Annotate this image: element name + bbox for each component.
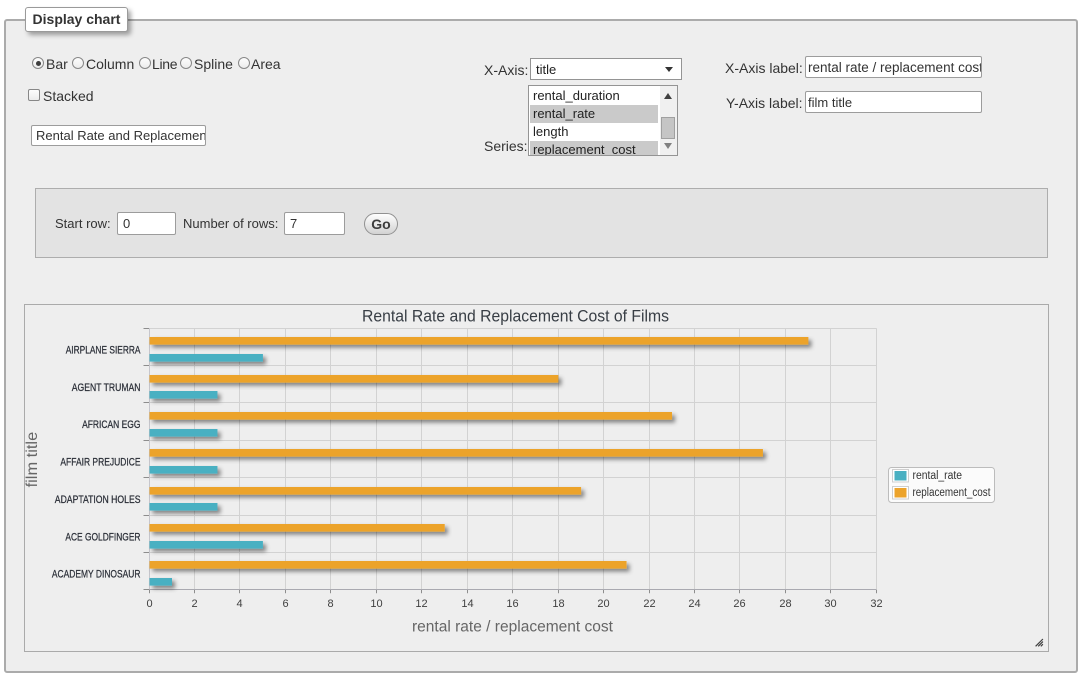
svg-text:AGENT TRUMAN: AGENT TRUMAN	[72, 382, 141, 394]
svg-text:24: 24	[688, 598, 700, 610]
svg-text:0: 0	[146, 598, 152, 610]
svg-text:28: 28	[779, 598, 791, 610]
svg-text:rental_rate: rental_rate	[913, 470, 963, 482]
svg-text:26: 26	[733, 598, 745, 610]
svg-text:6: 6	[282, 598, 288, 610]
svg-text:30: 30	[824, 598, 836, 610]
svg-text:14: 14	[461, 598, 473, 610]
svg-text:20: 20	[597, 598, 609, 610]
svg-text:ADAPTATION HOLES: ADAPTATION HOLES	[55, 494, 141, 506]
svg-text:16: 16	[506, 598, 518, 610]
svg-text:rental rate / replacement cost: rental rate / replacement cost	[412, 619, 614, 636]
svg-text:AFRICAN EGG: AFRICAN EGG	[82, 419, 140, 431]
svg-text:Rental Rate and Replacement Co: Rental Rate and Replacement Cost of Film…	[362, 308, 669, 326]
svg-text:12: 12	[415, 598, 427, 610]
svg-text:18: 18	[552, 598, 564, 610]
svg-text:4: 4	[236, 598, 242, 610]
svg-text:ACE GOLDFINGER: ACE GOLDFINGER	[65, 531, 140, 543]
svg-text:32: 32	[870, 598, 882, 610]
svg-text:22: 22	[643, 598, 655, 610]
svg-text:2: 2	[191, 598, 197, 610]
svg-text:replacement_cost: replacement_cost	[913, 487, 992, 499]
svg-text:AFFAIR PREJUDICE: AFFAIR PREJUDICE	[60, 457, 140, 469]
svg-text:ACADEMY DINOSAUR: ACADEMY DINOSAUR	[52, 569, 141, 581]
svg-text:8: 8	[327, 598, 333, 610]
svg-text:film title: film title	[25, 432, 41, 488]
svg-text:10: 10	[370, 598, 382, 610]
svg-text:AIRPLANE SIERRA: AIRPLANE SIERRA	[66, 344, 141, 356]
